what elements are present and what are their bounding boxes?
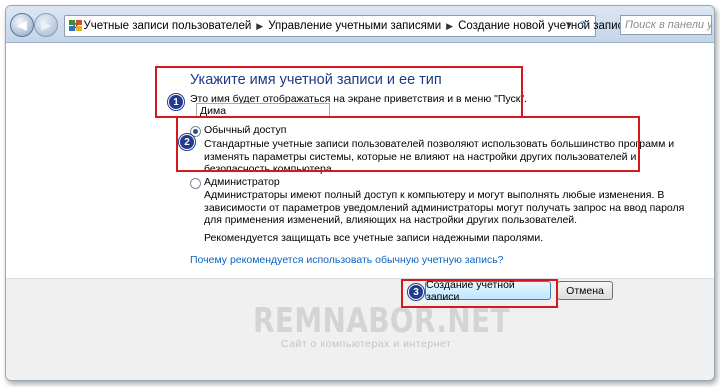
password-recommendation: Рекомендуется защищать все учетные запис… — [204, 232, 544, 244]
highlight-box-account-type — [176, 116, 640, 172]
administrator-description: Администраторы имеют полный доступ к ком… — [204, 189, 684, 227]
chevron-down-icon[interactable]: ▼ — [565, 21, 573, 30]
forward-arrow-icon: ▶ — [41, 18, 51, 32]
breadcrumb-create-account[interactable]: Создание новой учетной записи — [458, 20, 630, 32]
search-input[interactable]: Поиск в панели упр — [620, 15, 712, 35]
watermark-subtitle: Сайт о компьютерах и интернет — [281, 338, 452, 350]
highlight-box-create-button — [401, 279, 558, 308]
back-button[interactable]: ◀ — [10, 13, 34, 37]
help-link[interactable]: Почему рекомендуется использовать обычну… — [190, 254, 504, 266]
admin-desc-line: зависимости от параметров уведомлений ад… — [204, 201, 685, 214]
admin-desc-line: Администраторы имеют полный доступ к ком… — [204, 189, 665, 201]
cancel-button[interactable]: Отмена — [557, 281, 613, 300]
chevron-right-icon[interactable]: ▶ — [256, 21, 263, 32]
admin-desc-line: для применения изменений, влияющих на на… — [204, 214, 578, 226]
refresh-icon[interactable]: ↻ — [577, 18, 593, 33]
forward-button[interactable]: ▶ — [34, 13, 58, 37]
step-marker-3: 3 — [408, 284, 424, 300]
breadcrumb-user-accounts[interactable]: Учетные записи пользователей — [83, 20, 251, 32]
step-marker-2: 2 — [179, 134, 195, 150]
address-bar[interactable]: « Учетные записи пользователей ▶ Управле… — [64, 15, 630, 37]
back-arrow-icon: ◀ — [17, 18, 27, 32]
chevron-right-icon[interactable]: ▶ — [446, 21, 453, 32]
step-marker-1: 1 — [168, 94, 184, 110]
navigation-bar: ◀ ▶ « Учетные записи пользователей ▶ Упр… — [6, 6, 714, 43]
breadcrumb-manage-accounts[interactable]: Управление учетными записями — [268, 20, 441, 32]
highlight-box-name — [155, 66, 523, 118]
radio-administrator[interactable] — [190, 178, 201, 189]
administrator-label[interactable]: Администратор — [204, 176, 280, 188]
